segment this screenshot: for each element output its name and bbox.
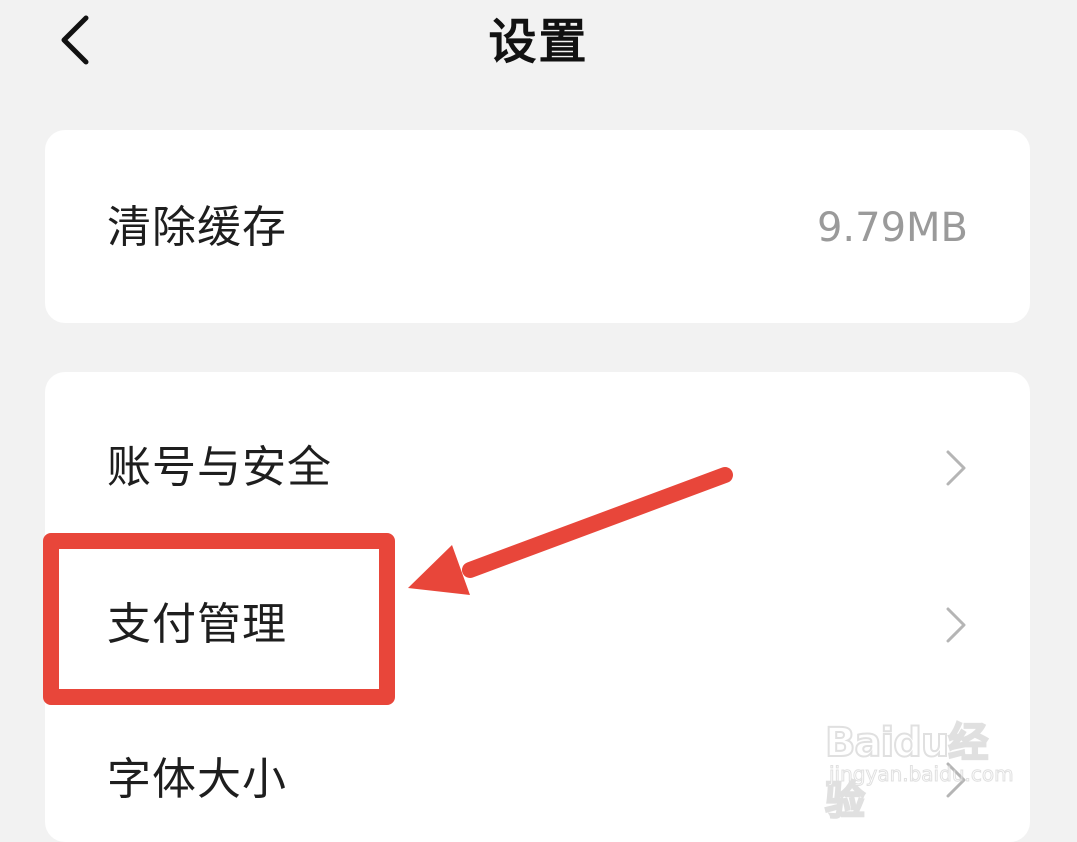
settings-item-label: 字体大小 xyxy=(107,754,287,805)
cache-size-value: 9.79MB xyxy=(816,205,968,251)
page-title: 设置 xyxy=(488,14,589,70)
settings-item-payment-management[interactable]: 支付管理 xyxy=(45,595,1030,655)
chevron-right-icon xyxy=(946,450,966,486)
settings-card: 账号与安全 支付管理 字体大小 xyxy=(45,372,1030,842)
chevron-right-icon xyxy=(946,762,966,798)
cache-card: 清除缓存 9.79MB xyxy=(45,130,1030,323)
settings-item-label: 支付管理 xyxy=(107,599,287,650)
chevron-right-icon xyxy=(946,607,966,643)
clear-cache-label: 清除缓存 xyxy=(107,202,287,253)
settings-item-font-size[interactable]: 字体大小 xyxy=(45,750,1030,810)
clear-cache-row[interactable]: 清除缓存 9.79MB xyxy=(45,198,1030,258)
header-bar: 设置 xyxy=(0,0,1077,90)
settings-item-label: 账号与安全 xyxy=(107,442,332,493)
settings-item-account-security[interactable]: 账号与安全 xyxy=(45,438,1030,498)
